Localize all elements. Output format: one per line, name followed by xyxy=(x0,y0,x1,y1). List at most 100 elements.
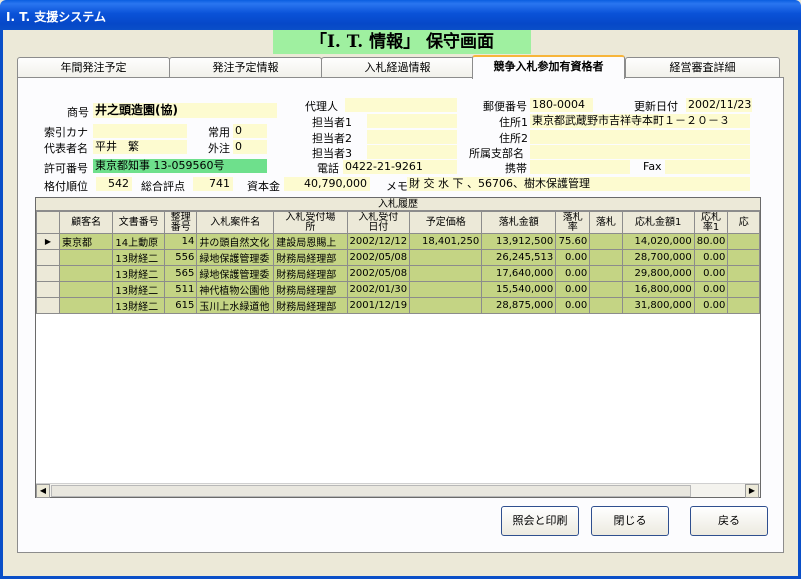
table-cell[interactable] xyxy=(727,297,760,314)
table-cell[interactable] xyxy=(727,265,760,282)
table-cell[interactable]: 0.00 xyxy=(693,265,729,282)
table-cell[interactable]: 0.00 xyxy=(693,297,729,314)
grid-column-header[interactable]: 予定価格 xyxy=(409,211,483,234)
table-cell[interactable]: 31,800,000 xyxy=(621,297,695,314)
grid-column-header[interactable]: 入札受付 日付 xyxy=(346,211,411,234)
table-cell[interactable] xyxy=(589,233,623,250)
row-selector[interactable] xyxy=(36,297,60,314)
table-row[interactable]: 13財経二 556 緑地保護管理委 財務局経理部 2002/05/08 26,245,51… xyxy=(36,249,760,266)
postal-field[interactable]: 180-0004 xyxy=(530,98,593,112)
table-cell[interactable]: 0.00 xyxy=(555,297,591,314)
table-cell[interactable]: 財務局経理部 xyxy=(273,281,348,298)
tab-qualified-bidders[interactable]: 競争入札参加有資格者 xyxy=(472,55,625,79)
table-row[interactable]: 13財経二 565 緑地保護管理委 財務局経理部 2002/05/08 17,640,00… xyxy=(36,265,760,282)
table-cell[interactable] xyxy=(58,249,114,266)
table-cell[interactable] xyxy=(409,281,483,298)
table-cell[interactable]: 75.60 xyxy=(555,233,591,250)
table-cell[interactable]: 2002/01/30 xyxy=(346,281,411,298)
bid-history-grid[interactable]: 入札履歴 顧客名 文書番号 整理 番号 入札案件名 入札受付場 所入札受付 日付 予定価格… xyxy=(35,197,761,498)
table-cell[interactable] xyxy=(727,281,760,298)
table-cell[interactable]: 556 xyxy=(164,249,198,266)
table-cell[interactable]: 0.00 xyxy=(693,249,729,266)
scroll-left-icon[interactable]: ◀ xyxy=(36,484,50,498)
table-cell[interactable]: 28,700,000 xyxy=(621,249,695,266)
mobile-field[interactable] xyxy=(530,160,630,174)
tab-order-plan[interactable]: 発注予定情報 xyxy=(169,57,322,78)
table-cell[interactable]: 0.00 xyxy=(555,265,591,282)
table-cell[interactable]: 2002/12/12 xyxy=(346,233,411,250)
tanto3-field[interactable] xyxy=(367,145,457,159)
grid-column-header[interactable]: 落札 xyxy=(589,211,623,234)
table-cell[interactable]: 0.00 xyxy=(555,281,591,298)
table-cell[interactable] xyxy=(727,233,760,250)
table-cell[interactable]: 0.00 xyxy=(693,281,729,298)
grid-column-header[interactable]: 落札金額 xyxy=(481,211,557,234)
grid-column-header[interactable]: 応札 率1 xyxy=(693,211,729,234)
grid-column-header[interactable]: 応 xyxy=(727,211,760,234)
table-cell[interactable]: 13財経二 xyxy=(112,249,166,266)
kana-field[interactable] xyxy=(93,124,187,138)
horizontal-scrollbar[interactable]: ◀ ▶ xyxy=(36,483,760,498)
grid-column-header[interactable]: 応札金額1 xyxy=(621,211,695,234)
table-cell[interactable] xyxy=(409,297,483,314)
table-cell[interactable]: 2002/05/08 xyxy=(346,249,411,266)
table-cell[interactable]: 26,245,513 xyxy=(481,249,557,266)
agent-field[interactable] xyxy=(345,98,457,112)
grid-column-header[interactable]: 入札受付場 所 xyxy=(273,211,348,234)
table-cell[interactable]: 17,640,000 xyxy=(481,265,557,282)
table-cell[interactable]: 財務局経理部 xyxy=(273,297,348,314)
back-button[interactable]: 戻る xyxy=(690,506,768,536)
table-cell[interactable] xyxy=(58,265,114,282)
table-cell[interactable]: 15,540,000 xyxy=(481,281,557,298)
grid-column-header[interactable]: 文書番号 xyxy=(112,211,166,234)
close-button[interactable]: 閉じる xyxy=(591,506,669,536)
table-cell[interactable]: 511 xyxy=(164,281,198,298)
table-cell[interactable]: 建設局恩賜上 xyxy=(273,233,348,250)
table-cell[interactable]: 13財経二 xyxy=(112,297,166,314)
current-row-indicator-icon[interactable]: ▶ xyxy=(36,233,60,250)
table-cell[interactable]: 財務局経理部 xyxy=(273,249,348,266)
branch-field[interactable] xyxy=(530,145,750,159)
table-cell[interactable] xyxy=(409,265,483,282)
table-cell[interactable]: 615 xyxy=(164,297,198,314)
rank-field[interactable]: 542 xyxy=(96,177,132,191)
addr1-field[interactable]: 東京都武蔵野市吉祥寺本町１－２０－３ xyxy=(530,114,750,128)
tanto1-field[interactable] xyxy=(367,114,457,128)
gaichu-field[interactable]: 0 xyxy=(233,140,267,154)
table-cell[interactable]: 0.00 xyxy=(555,249,591,266)
table-cell[interactable] xyxy=(589,249,623,266)
shogo-field[interactable]: 井之頭造園(協) xyxy=(93,103,277,118)
table-cell[interactable]: 13財経二 xyxy=(112,281,166,298)
table-cell[interactable]: 28,875,000 xyxy=(481,297,557,314)
grid-column-header[interactable]: 顧客名 xyxy=(58,211,114,234)
fax-field[interactable] xyxy=(665,160,750,174)
jouyou-field[interactable]: 0 xyxy=(233,124,267,138)
table-cell[interactable] xyxy=(589,281,623,298)
scroll-right-icon[interactable]: ▶ xyxy=(745,484,759,498)
table-cell[interactable]: 14,020,000 xyxy=(621,233,695,250)
table-row[interactable]: 13財経二 511 神代植物公園他 財務局経理部 2002/01/30 15,540,00… xyxy=(36,281,760,298)
addr2-field[interactable] xyxy=(530,130,750,144)
table-cell[interactable]: 14上動原 xyxy=(112,233,166,250)
table-cell[interactable] xyxy=(589,265,623,282)
table-cell[interactable]: 神代植物公園他 xyxy=(196,281,275,298)
table-cell[interactable]: 玉川上水緑道他 xyxy=(196,297,275,314)
table-cell[interactable]: 井の頭自然文化 xyxy=(196,233,275,250)
grid-column-header[interactable]: 入札案件名 xyxy=(196,211,275,234)
tanto2-field[interactable] xyxy=(367,130,457,144)
table-cell[interactable] xyxy=(727,249,760,266)
tab-annual-order[interactable]: 年間発注予定 xyxy=(17,57,170,78)
grid-column-header[interactable]: 整理 番号 xyxy=(164,211,198,234)
table-cell[interactable]: 東京都 xyxy=(58,233,114,250)
table-cell[interactable]: 565 xyxy=(164,265,198,282)
table-cell[interactable] xyxy=(589,297,623,314)
table-cell[interactable]: 80.00 xyxy=(693,233,729,250)
table-cell[interactable]: 14 xyxy=(164,233,198,250)
phone-field[interactable]: 0422-21-9261 xyxy=(343,160,457,174)
table-cell[interactable] xyxy=(409,249,483,266)
rep-field[interactable]: 平井 繁 xyxy=(93,140,187,154)
tab-management-review[interactable]: 経営審査詳細 xyxy=(625,57,780,78)
scroll-thumb[interactable] xyxy=(51,485,691,497)
update-date-field[interactable]: 2002/11/23 xyxy=(686,98,752,112)
table-row[interactable]: ▶ 東京都 14上動原 14 井の頭自然文化 建設局恩賜上 2002/12/12 18,401… xyxy=(36,233,760,250)
